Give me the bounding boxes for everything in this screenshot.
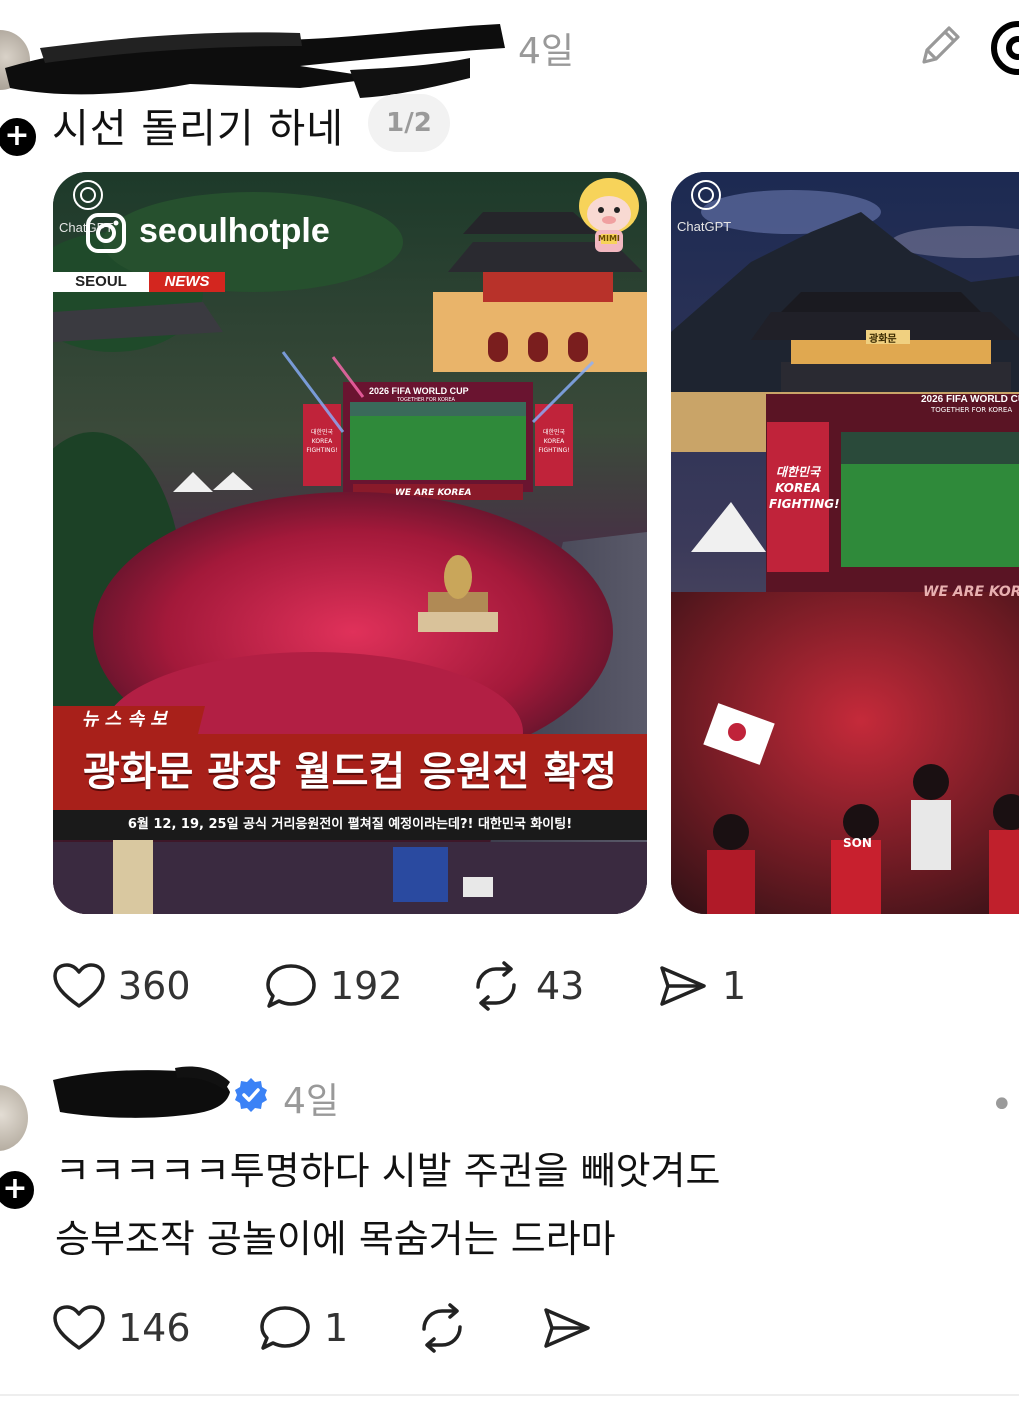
send-icon bbox=[660, 966, 706, 1006]
share-count: 1 bbox=[722, 964, 747, 1008]
share-button[interactable] bbox=[540, 1300, 594, 1356]
comment-button[interactable]: 192 bbox=[264, 958, 403, 1014]
gate-sign: 광화문 bbox=[869, 334, 897, 345]
heart-icon bbox=[53, 963, 105, 1008]
post-time: 4일 bbox=[518, 31, 575, 72]
verified-badge-icon bbox=[235, 1078, 267, 1112]
avatar[interactable] bbox=[0, 1085, 28, 1151]
chatgpt-watermark: ChatGPT bbox=[677, 219, 732, 234]
post-text: 시선 돌리기 하네 bbox=[52, 106, 345, 152]
threads-logo-icon[interactable] bbox=[988, 18, 1019, 78]
post-image-1[interactable]: ChatGPT seoulhotple SEOUL NEWS MIMI 2026… bbox=[53, 172, 647, 914]
chatgpt-logo-icon bbox=[691, 180, 721, 210]
badge-seoul: SEOUL bbox=[53, 272, 149, 292]
comment-count: 192 bbox=[330, 964, 403, 1008]
screen-subtitle: TOGETHER FOR KOREA bbox=[397, 397, 455, 403]
like-count: 360 bbox=[118, 964, 191, 1008]
jersey-text: SON bbox=[843, 836, 872, 850]
stage-text: WE ARE KOREA bbox=[923, 584, 1019, 600]
reply-text-line-1: ㅋㅋㅋㅋㅋ투명하다 시발 주권을 빼앗겨도 bbox=[55, 1149, 721, 1193]
badge-news: NEWS bbox=[149, 272, 225, 292]
comment-count: 1 bbox=[324, 1306, 349, 1350]
banner-right-text: 대한민국 KOREA FIGHTING! bbox=[538, 429, 570, 454]
instagram-icon bbox=[86, 213, 126, 253]
mascot-icon bbox=[579, 178, 639, 252]
post-image-2[interactable]: ChatGPT 광화문 2026 FIFA WORLD CUP TOGETHER… bbox=[671, 172, 1019, 914]
heart-icon bbox=[53, 1305, 105, 1350]
chatgpt-logo-icon bbox=[73, 180, 103, 210]
mascot-label: MIMI bbox=[598, 234, 620, 243]
repost-icon bbox=[476, 961, 516, 1011]
divider bbox=[0, 1394, 1019, 1396]
like-button[interactable]: 146 bbox=[52, 1300, 191, 1356]
follow-plus-button[interactable]: + bbox=[0, 1168, 37, 1212]
reply-time: 4일 bbox=[283, 1081, 340, 1122]
banner-left-text: 대한민국 KOREA FIGHTING! bbox=[306, 429, 338, 454]
reply-text-line-2: 승부조작 공놀이에 목숨거는 드라마 bbox=[55, 1217, 616, 1261]
like-button[interactable]: 360 bbox=[52, 958, 191, 1014]
comment-bubble-icon bbox=[260, 1306, 310, 1350]
comment-bubble-icon bbox=[266, 964, 316, 1008]
comment-button[interactable]: 1 bbox=[258, 1300, 348, 1356]
breaking-news-label: 뉴 스 속 보 bbox=[53, 706, 205, 734]
more-options-icon[interactable]: •• bbox=[990, 1082, 1019, 1128]
repost-button[interactable] bbox=[414, 1300, 470, 1356]
stage-text: WE ARE KOREA bbox=[395, 488, 472, 498]
share-button[interactable]: 1 bbox=[656, 958, 746, 1014]
headline-banner: 광화문 광장 월드컵 응원전 확정 bbox=[53, 734, 647, 810]
image-page-indicator: 1/2 bbox=[368, 94, 450, 152]
redacted-username bbox=[53, 1066, 230, 1118]
screen-subtitle: TOGETHER FOR KOREA bbox=[931, 406, 1013, 414]
like-count: 146 bbox=[118, 1306, 191, 1350]
send-icon bbox=[544, 1308, 590, 1348]
image-2-illustration bbox=[671, 172, 1019, 914]
repost-icon bbox=[422, 1303, 462, 1353]
screen-title: 2026 FIFA WORLD CUP bbox=[921, 394, 1019, 405]
follow-plus-button[interactable]: + bbox=[0, 115, 39, 159]
headline-subline: 6월 12, 19, 25일 공식 거리응원전이 펼쳐질 예정이라는데?! 대한… bbox=[53, 810, 647, 840]
redacted-username bbox=[5, 24, 505, 98]
repost-count: 43 bbox=[536, 964, 585, 1008]
headline-text: 광화문 광장 월드컵 응원전 확정 bbox=[82, 749, 618, 795]
screen-title: 2026 FIFA WORLD CUP bbox=[369, 386, 469, 396]
repost-button[interactable]: 43 bbox=[468, 958, 584, 1014]
instagram-handle: seoulhotple bbox=[139, 212, 330, 250]
edit-pencil-icon[interactable] bbox=[916, 20, 966, 70]
banner-text: 대한민국 KOREA FIGHTING! bbox=[769, 465, 840, 511]
